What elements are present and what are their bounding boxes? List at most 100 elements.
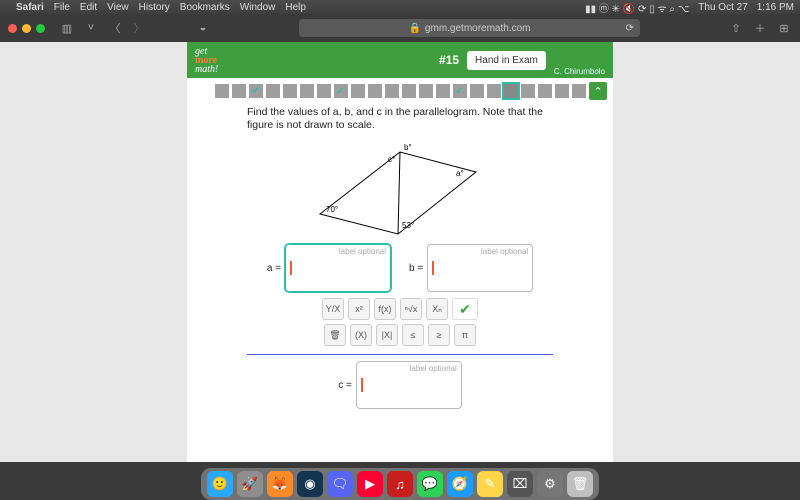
- dock-discord[interactable]: 🗨: [327, 471, 353, 497]
- menu-file[interactable]: File: [54, 2, 70, 13]
- tool-subscript[interactable]: Xₙ: [426, 298, 448, 320]
- b-input[interactable]: label optional: [427, 244, 533, 292]
- minimize-icon[interactable]: [22, 24, 31, 33]
- reload-icon[interactable]: ⟳: [626, 23, 634, 34]
- progress-box-8[interactable]: [334, 84, 348, 98]
- menu-window[interactable]: Window: [240, 2, 276, 13]
- progress-box-21[interactable]: [555, 84, 569, 98]
- b-label: b =: [409, 263, 423, 274]
- dock-steam[interactable]: ◉: [297, 471, 323, 497]
- status-icons: ▮▮ ⓜ ✳ 🔇 ⟳ ▯ ᯤ ⌕ ⌥: [585, 0, 689, 15]
- progress-box-15[interactable]: [453, 84, 467, 98]
- page: get more math! #15 Hand in Exam C. Chiru…: [0, 42, 800, 462]
- dock: 🙂🚀🦊◉🗨▶♫💬🧭✎⌧⚙🗑: [201, 468, 599, 500]
- app-card: get more math! #15 Hand in Exam C. Chiru…: [187, 42, 613, 462]
- dock-area: 🙂🚀🦊◉🗨▶♫💬🧭✎⌧⚙🗑: [0, 462, 800, 500]
- progress-box-12[interactable]: [402, 84, 416, 98]
- logo: get more math!: [195, 47, 218, 74]
- dock-launchpad[interactable]: 🚀: [237, 471, 263, 497]
- menubar-time: 1:16 PM: [757, 2, 794, 13]
- progress-box-17[interactable]: [487, 84, 501, 98]
- browser-toolbar: ▥ ˅ 〈 〉 ◒ 🔒 gmm.getmoremath.com ⟳ ⇧ ＋ ⊞: [0, 14, 800, 42]
- progress-box-5[interactable]: [283, 84, 297, 98]
- dock-finder[interactable]: 🙂: [207, 471, 233, 497]
- progress-box-2[interactable]: [232, 84, 246, 98]
- dock-safari[interactable]: 🧭: [447, 471, 473, 497]
- progress-box-1[interactable]: [215, 84, 229, 98]
- sidebar-icon[interactable]: ▥: [59, 20, 75, 36]
- dock-trash[interactable]: 🗑: [567, 471, 593, 497]
- question-text: Find the values of a, b, and c in the pa…: [187, 104, 613, 132]
- tool-trash[interactable]: 🗑: [324, 324, 346, 346]
- shield-icon[interactable]: ◒: [195, 20, 211, 36]
- forward-icon[interactable]: 〉: [131, 20, 147, 36]
- new-tab-icon[interactable]: ＋: [752, 20, 768, 36]
- app-header: get more math! #15 Hand in Exam C. Chiru…: [187, 42, 613, 78]
- a-input[interactable]: label optional: [285, 244, 391, 292]
- progress-box-11[interactable]: [385, 84, 399, 98]
- progress-box-20[interactable]: [538, 84, 552, 98]
- angle-a: a°: [456, 169, 464, 178]
- mac-menubar: Safari File Edit View History Bookmarks …: [0, 0, 800, 14]
- progress-box-18[interactable]: [504, 84, 518, 98]
- angle-c: c°: [388, 155, 395, 164]
- progress-box-14[interactable]: [436, 84, 450, 98]
- tabs-icon[interactable]: ⊞: [776, 20, 792, 36]
- angle-b: b°: [404, 143, 412, 152]
- menu-history[interactable]: History: [139, 2, 170, 13]
- a-label: a =: [267, 263, 281, 274]
- angle-53: 53°: [402, 221, 414, 230]
- separator: [247, 354, 553, 355]
- back-icon[interactable]: 〈: [107, 20, 123, 36]
- lock-icon: 🔒: [408, 23, 420, 34]
- tool-function[interactable]: f(x): [374, 298, 396, 320]
- app-name[interactable]: Safari: [16, 2, 44, 13]
- close-icon[interactable]: [8, 24, 17, 33]
- c-input[interactable]: label optional: [356, 361, 462, 409]
- menu-help[interactable]: Help: [285, 2, 306, 13]
- dock-screenshot[interactable]: ⌧: [507, 471, 533, 497]
- dock-youtube-music[interactable]: ♫: [387, 471, 413, 497]
- progress-box-9[interactable]: [351, 84, 365, 98]
- tool-le[interactable]: ≤: [402, 324, 424, 346]
- dock-youtube[interactable]: ▶: [357, 471, 383, 497]
- tool-row-1: Y/X x² f(x) ⁿ√x Xₙ ✔: [187, 298, 613, 320]
- menu-bookmarks[interactable]: Bookmarks: [180, 2, 230, 13]
- progress-box-6[interactable]: [300, 84, 314, 98]
- progress-box-3[interactable]: [249, 84, 263, 98]
- progress-box-19[interactable]: [521, 84, 535, 98]
- dock-notes[interactable]: ✎: [477, 471, 503, 497]
- tool-pi[interactable]: π: [454, 324, 476, 346]
- menu-edit[interactable]: Edit: [80, 2, 97, 13]
- address-bar[interactable]: 🔒 gmm.getmoremath.com ⟳: [299, 19, 640, 37]
- angle-70: 70°: [326, 205, 338, 214]
- dock-settings[interactable]: ⚙: [537, 471, 563, 497]
- progress-box-10[interactable]: [368, 84, 382, 98]
- scroll-up-icon[interactable]: ⌃: [589, 82, 607, 100]
- tool-fraction[interactable]: Y/X: [322, 298, 344, 320]
- progress-box-13[interactable]: [419, 84, 433, 98]
- tool-root[interactable]: ⁿ√x: [400, 298, 422, 320]
- tool-paren[interactable]: (X): [350, 324, 372, 346]
- chevron-down-icon[interactable]: ˅: [83, 20, 99, 36]
- progress-box-22[interactable]: [572, 84, 586, 98]
- url-text: gmm.getmoremath.com: [425, 23, 531, 34]
- progress-box-16[interactable]: [470, 84, 484, 98]
- progress-box-7[interactable]: [317, 84, 331, 98]
- check-button[interactable]: ✔: [452, 298, 478, 320]
- answer-row-1: a = label optional b = label optional: [187, 244, 613, 292]
- dock-messages[interactable]: 💬: [417, 471, 443, 497]
- share-icon[interactable]: ⇧: [728, 20, 744, 36]
- menu-view[interactable]: View: [107, 2, 129, 13]
- window-controls[interactable]: [8, 24, 45, 33]
- tool-row-2: 🗑 (X) |X| ≤ ≥ π: [187, 324, 613, 346]
- hand-in-exam-button[interactable]: Hand in Exam: [467, 51, 546, 70]
- user-name: C. Chirumbolo: [554, 67, 605, 76]
- tool-abs[interactable]: |X|: [376, 324, 398, 346]
- zoom-icon[interactable]: [36, 24, 45, 33]
- dock-firefox[interactable]: 🦊: [267, 471, 293, 497]
- text-cursor: [290, 261, 292, 275]
- tool-ge[interactable]: ≥: [428, 324, 450, 346]
- tool-exponent[interactable]: x²: [348, 298, 370, 320]
- progress-box-4[interactable]: [266, 84, 280, 98]
